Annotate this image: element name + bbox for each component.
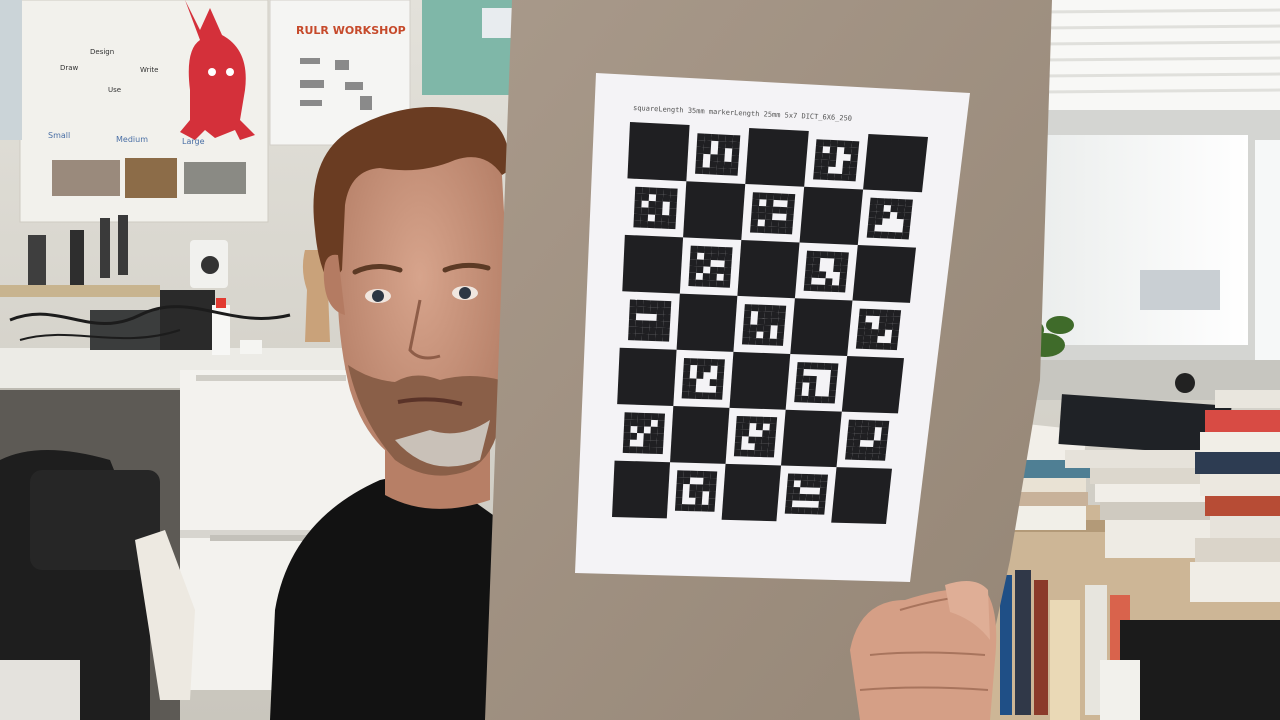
aruco-marker (750, 192, 796, 235)
poster-caption-3: Write (140, 66, 158, 74)
charuco-square (841, 356, 904, 414)
scene-svg: Design Draw Write Use Small Medium Large… (0, 0, 1280, 720)
charuco-square (863, 134, 928, 193)
poster-size-small: Small (48, 131, 70, 140)
photo-scene: Design Draw Write Use Small Medium Large… (0, 0, 1280, 720)
ninja-poster: Design Draw Write Use Small Medium Large (19, 0, 269, 223)
charuco-square (617, 347, 677, 406)
charuco-square (745, 128, 809, 187)
poster-caption-1: Design (90, 48, 114, 56)
charuco-square (683, 181, 746, 240)
workshop-title: RULR WORKSHOP (296, 24, 406, 37)
charuco-paper: squareLength 35mm markerLength 25mm 5x7 … (575, 73, 970, 582)
poster-size-medium: Medium (116, 135, 148, 144)
aruco-marker (845, 419, 890, 461)
charuco-square (790, 298, 853, 357)
charuco-square (612, 460, 671, 519)
charuco-square (852, 245, 916, 303)
poster-size-large: Large (182, 137, 205, 146)
charuco-square (670, 406, 730, 464)
charuco-square (676, 293, 738, 352)
charuco-square (721, 463, 782, 522)
charuco-square (622, 234, 684, 294)
aruco-marker (855, 308, 902, 351)
aruco-marker (633, 186, 678, 230)
aruco-marker (695, 133, 741, 176)
charuco-square (781, 409, 842, 468)
charuco-square (627, 122, 690, 182)
charuco-square (737, 239, 800, 299)
aruco-marker (674, 470, 718, 512)
poster-caption-2: Draw (60, 64, 79, 72)
charuco-square (729, 351, 791, 410)
charuco-square (799, 186, 864, 246)
poster-caption-4: Use (108, 86, 121, 94)
charuco-square (831, 467, 892, 524)
aruco-marker (741, 304, 787, 346)
